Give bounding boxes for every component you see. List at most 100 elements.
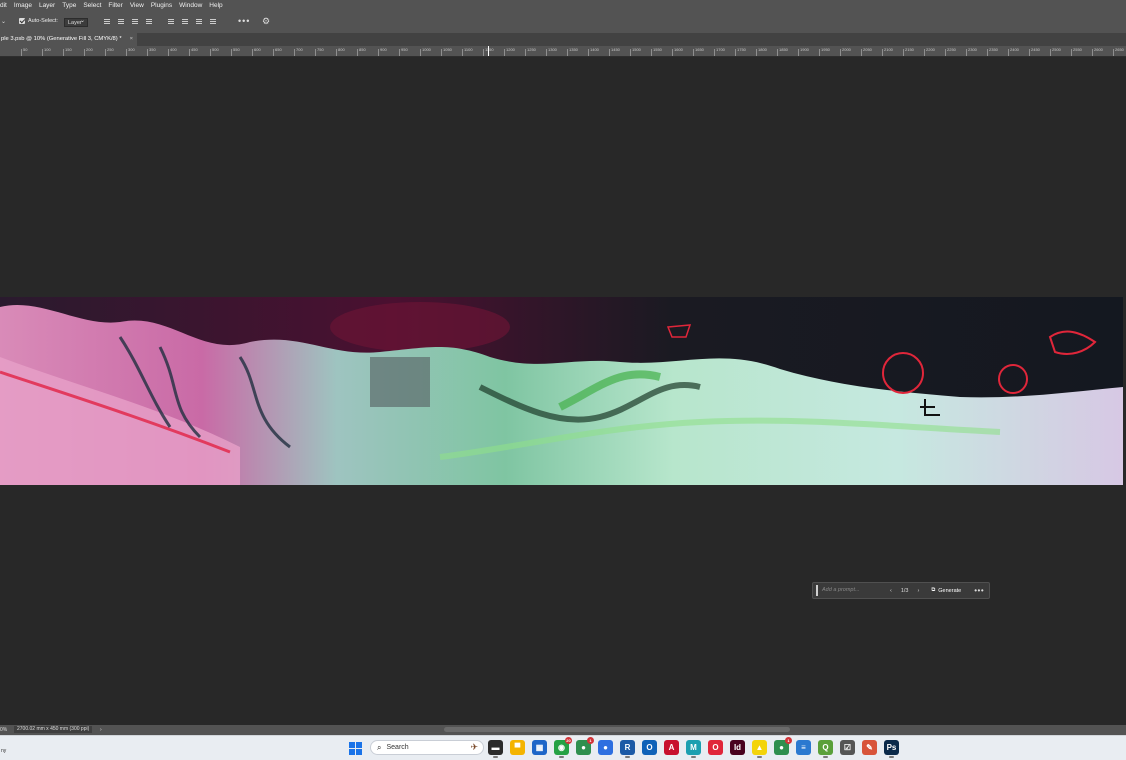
auto-select-checkbox[interactable] bbox=[19, 18, 25, 24]
ruler-label: 850 bbox=[359, 47, 366, 52]
maps-app-icon[interactable]: M bbox=[686, 740, 701, 758]
taskbar-left-text: ny bbox=[1, 748, 7, 754]
horizontal-scrollbar[interactable] bbox=[444, 727, 790, 732]
task-app-icon[interactable]: ☑ bbox=[840, 740, 855, 755]
ruler-label: 1650 bbox=[695, 47, 704, 52]
ruler-tick bbox=[903, 49, 904, 56]
ruler-label: 1100 bbox=[464, 47, 473, 52]
menu-item-select[interactable]: Select bbox=[83, 2, 101, 9]
distribute-vertical-icon[interactable] bbox=[209, 17, 217, 27]
file-explorer-icon[interactable]: ▬ bbox=[488, 740, 503, 758]
chrome-profile-2-icon[interactable]: ● 1 bbox=[774, 737, 792, 755]
previous-variation-button[interactable]: ‹ bbox=[890, 588, 892, 594]
taskbar-search[interactable]: ⌕ Search ✈ bbox=[370, 740, 484, 755]
paint-glyph: ✎ bbox=[866, 743, 873, 752]
ruler-label: 950 bbox=[401, 47, 408, 52]
gear-icon[interactable]: ⚙ bbox=[262, 16, 270, 27]
ruler-label: 700 bbox=[296, 47, 303, 52]
opera-icon[interactable]: O bbox=[708, 740, 723, 755]
search-placeholder: Search bbox=[386, 744, 409, 751]
ruler-tick bbox=[168, 49, 169, 56]
revit-icon[interactable]: R bbox=[620, 740, 635, 758]
ruler-tick bbox=[504, 49, 505, 56]
ruler-label: 2250 bbox=[947, 47, 956, 52]
ruler-tick bbox=[630, 49, 631, 56]
menu-item-plugins[interactable]: Plugins bbox=[151, 2, 172, 9]
qgis-icon[interactable]: Q bbox=[818, 740, 833, 758]
tool-preset-chevron-icon[interactable]: ⌄ bbox=[1, 18, 6, 25]
menu-item-dit[interactable]: dit bbox=[0, 2, 7, 9]
status-menu-arrow[interactable]: › bbox=[100, 727, 102, 733]
ruler-tick bbox=[735, 49, 736, 56]
windows-start-icon[interactable] bbox=[349, 742, 362, 755]
messenger-icon[interactable]: ● bbox=[598, 740, 613, 755]
menu-item-view[interactable]: View bbox=[130, 2, 144, 9]
ruler-label: 300 bbox=[128, 47, 135, 52]
align-left-icon[interactable] bbox=[103, 17, 111, 27]
ruler-tick bbox=[609, 49, 610, 56]
generate-button[interactable]: ⧉ Generate bbox=[931, 587, 961, 594]
menu-item-type[interactable]: Type bbox=[62, 2, 76, 9]
align-right-icon[interactable] bbox=[131, 17, 139, 27]
chrome-profile-1-icon[interactable]: ● 1 bbox=[576, 737, 594, 755]
menu-item-filter[interactable]: Filter bbox=[108, 2, 122, 9]
align-buttons bbox=[103, 17, 217, 27]
ruler-label: 1400 bbox=[590, 47, 599, 52]
ruler-label: 900 bbox=[380, 47, 387, 52]
indesign-icon[interactable]: Id bbox=[730, 740, 745, 755]
ruler-tick bbox=[84, 49, 85, 56]
ruler-label: 2350 bbox=[989, 47, 998, 52]
outlook-icon[interactable]: O bbox=[642, 740, 657, 755]
ruler-label: 1900 bbox=[800, 47, 809, 52]
ruler-tick bbox=[840, 49, 841, 56]
ruler-label: 2550 bbox=[1073, 47, 1082, 52]
menu-item-layer[interactable]: Layer bbox=[39, 2, 55, 9]
folder-glyph: ▀ bbox=[514, 743, 521, 752]
acrobat-icon[interactable]: A bbox=[664, 740, 679, 755]
auto-select-control[interactable]: Auto-Select: bbox=[19, 18, 58, 24]
more-options-button[interactable]: ••• bbox=[238, 17, 250, 26]
task-bar-more-button[interactable]: ••• bbox=[974, 586, 984, 594]
ruler-label: 800 bbox=[338, 47, 345, 52]
whatsapp-icon[interactable]: ◉ 20 bbox=[554, 737, 572, 758]
align-horizontal-center-icon[interactable] bbox=[117, 17, 125, 27]
photoshop-icon[interactable]: Ps bbox=[884, 740, 899, 758]
ruler-label: 2150 bbox=[905, 47, 914, 52]
ruler-label: 1250 bbox=[527, 47, 536, 52]
snapchat-icon[interactable]: ▲ bbox=[752, 740, 767, 758]
notification-badge: 1 bbox=[785, 737, 792, 744]
menu-item-window[interactable]: Window bbox=[179, 2, 202, 9]
align-top-icon[interactable] bbox=[167, 17, 175, 27]
ruler-label: 400 bbox=[170, 47, 177, 52]
paint-icon[interactable]: ✎ bbox=[862, 740, 877, 755]
document-tab-title: ple 3.psb @ 10% (Generative Fill 3, CMYK… bbox=[1, 36, 122, 42]
variation-counter: 1/3 bbox=[900, 587, 909, 594]
ruler-label: 550 bbox=[233, 47, 240, 52]
acrobat-glyph: A bbox=[668, 743, 675, 752]
auto-select-target-dropdown[interactable]: Layer bbox=[64, 17, 88, 27]
ruler-tick bbox=[210, 49, 211, 56]
ruler-tick bbox=[420, 49, 421, 56]
ruler-tick bbox=[588, 49, 589, 56]
ruler-tick bbox=[924, 49, 925, 56]
ruler-tick bbox=[987, 49, 988, 56]
zoom-level[interactable]: 0% bbox=[0, 727, 7, 733]
folder-icon[interactable]: ▀ bbox=[510, 740, 525, 755]
document-tab[interactable]: ple 3.psb @ 10% (Generative Fill 3, CMYK… bbox=[0, 33, 137, 46]
next-variation-button[interactable]: › bbox=[918, 588, 920, 594]
prompt-input[interactable]: Add a prompt... bbox=[816, 585, 882, 596]
align-vertical-center-icon[interactable] bbox=[181, 17, 189, 27]
ruler-tick bbox=[945, 49, 946, 56]
notepad-icon[interactable]: ≡ bbox=[796, 740, 811, 755]
store-icon[interactable]: ▦ bbox=[532, 740, 547, 755]
ruler-label: 1500 bbox=[632, 47, 641, 52]
photoshop-glyph: Ps bbox=[886, 743, 897, 752]
ruler-label: 450 bbox=[191, 47, 198, 52]
close-icon[interactable]: × bbox=[130, 33, 133, 46]
distribute-horizontal-icon[interactable] bbox=[145, 17, 153, 27]
horizontal-ruler[interactable]: 50 100 150 200 250 300 350 400 450 500 550 600 650 70… bbox=[0, 46, 1126, 57]
menu-item-image[interactable]: Image bbox=[14, 2, 32, 9]
align-bottom-icon[interactable] bbox=[195, 17, 203, 27]
menu-item-help[interactable]: Help bbox=[209, 2, 222, 9]
satellite-image[interactable] bbox=[0, 297, 1123, 485]
